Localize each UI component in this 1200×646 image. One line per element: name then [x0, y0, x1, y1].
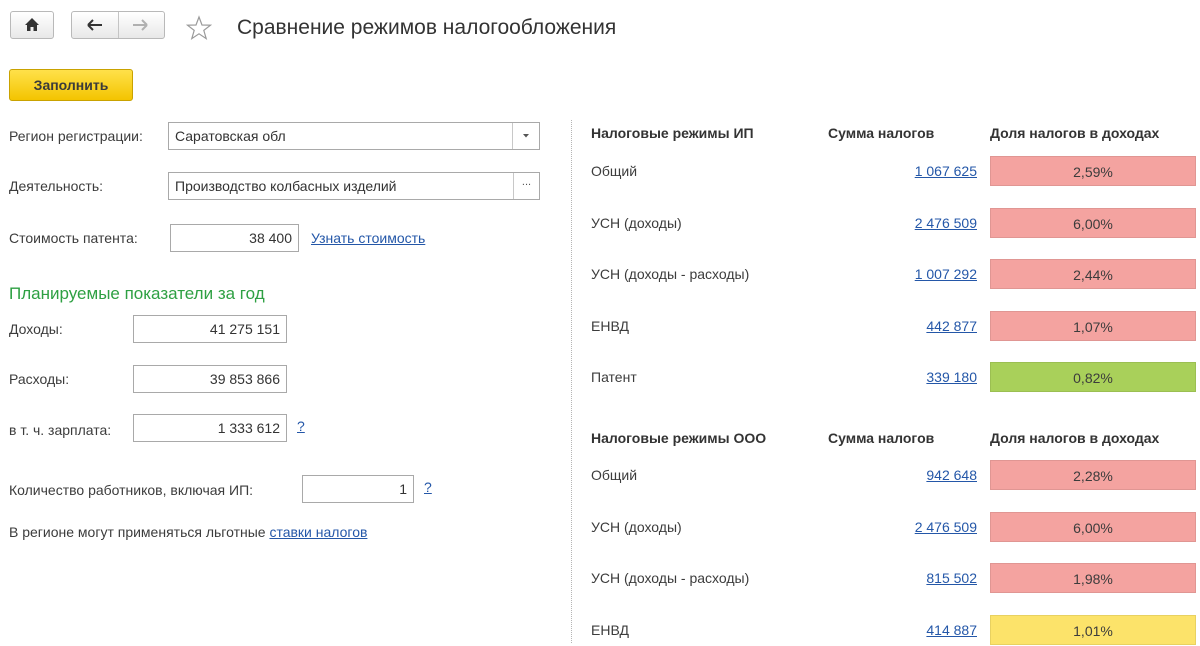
forward-button[interactable]: [119, 12, 165, 38]
tax-share-cell: 1,01%: [990, 614, 1196, 645]
tax-share-cell: 2,59%: [990, 156, 1196, 186]
workers-help-link[interactable]: ?: [424, 479, 432, 495]
region-label: Регион регистрации:: [9, 128, 143, 144]
region-note-text: В регионе могут применяться льготные: [9, 524, 266, 540]
activity-value: Производство колбасных изделий: [175, 178, 397, 194]
regime-name: УСН (доходы): [591, 518, 682, 535]
tax-amount-link[interactable]: 1 007 292: [857, 266, 977, 282]
patent-label: Стоимость патента:: [9, 230, 138, 246]
regime-name: УСН (доходы): [591, 214, 682, 231]
tax-share-cell: 6,00%: [990, 207, 1196, 238]
activity-label: Деятельность:: [9, 178, 104, 194]
tax-amount-link[interactable]: 2 476 509: [857, 215, 977, 231]
history-nav: [71, 11, 165, 39]
activity-choose-button[interactable]: ...: [513, 173, 539, 199]
chevron-down-icon: [523, 134, 529, 138]
home-icon: [25, 18, 39, 31]
ip-header-regime: Налоговые режимы ИП: [591, 125, 754, 141]
patent-cost-link[interactable]: Узнать стоимость: [311, 230, 425, 246]
regime-name: ЕНВД: [591, 317, 629, 334]
expense-label: Расходы:: [9, 371, 70, 387]
tax-amount-link[interactable]: 2 476 509: [857, 519, 977, 535]
fill-button[interactable]: Заполнить: [9, 69, 133, 101]
patent-cost-input[interactable]: 38 400: [170, 224, 299, 252]
tax-amount-link[interactable]: 442 877: [857, 318, 977, 334]
regime-name: Общий: [591, 163, 638, 179]
ip-header-share: Доля налогов в доходах: [990, 125, 1160, 141]
planned-section-title: Планируемые показатели за год: [9, 284, 265, 303]
regime-name: УСН (доходы - расходы): [591, 266, 750, 282]
region-value: Саратовская обл: [175, 128, 286, 144]
tax-share-cell: 6,00%: [990, 511, 1196, 542]
arrow-right-icon: [133, 19, 148, 31]
home-button[interactable]: [10, 11, 54, 39]
page-title: Сравнение режимов налогообложения: [237, 16, 617, 39]
ip-header-amount: Сумма налогов: [828, 125, 935, 141]
star-icon: [185, 15, 213, 41]
income-label: Доходы:: [9, 321, 63, 337]
tax-amount-link[interactable]: 414 887: [857, 622, 977, 638]
region-dropdown-button[interactable]: [512, 123, 539, 149]
tax-share-cell: 2,44%: [990, 259, 1196, 289]
tax-amount-link[interactable]: 1 067 625: [857, 163, 977, 179]
activity-field[interactable]: Производство колбасных изделий ...: [168, 172, 540, 200]
back-button[interactable]: [72, 12, 119, 38]
ooo-header-share: Доля налогов в доходах: [990, 430, 1160, 446]
salary-help-link[interactable]: ?: [297, 418, 305, 434]
tax-share-cell: 1,07%: [990, 310, 1196, 341]
expense-input[interactable]: 39 853 866: [133, 365, 287, 393]
regime-name: Патент: [591, 369, 637, 385]
tax-share-cell: 2,28%: [990, 460, 1196, 490]
tax-amount-link[interactable]: 815 502: [857, 570, 977, 586]
tax-amount-link[interactable]: 339 180: [857, 369, 977, 385]
ooo-header-amount: Сумма налогов: [828, 430, 935, 446]
salary-input[interactable]: 1 333 612: [133, 414, 287, 442]
arrow-left-icon: [87, 19, 102, 31]
tax-share-cell: 0,82%: [990, 362, 1196, 392]
tax-share-cell: 1,98%: [990, 563, 1196, 593]
salary-label: в т. ч. зарплата:: [9, 422, 112, 438]
region-note: В регионе могут применяться льготные ста…: [9, 524, 367, 540]
regime-name: Общий: [591, 467, 638, 483]
workers-label: Количество работников, включая ИП:: [9, 482, 254, 498]
column-separator: [571, 120, 572, 643]
regime-name: ЕНВД: [591, 621, 629, 638]
tax-rates-link[interactable]: ставки налогов: [269, 524, 367, 540]
workers-input[interactable]: 1: [302, 475, 414, 503]
tax-amount-link[interactable]: 942 648: [857, 467, 977, 483]
favorite-star-button[interactable]: [185, 15, 213, 44]
regime-name: УСН (доходы - расходы): [591, 570, 750, 586]
region-select[interactable]: Саратовская обл: [168, 122, 540, 150]
ooo-header-regime: Налоговые режимы ООО: [591, 430, 767, 446]
income-input[interactable]: 41 275 151: [133, 315, 287, 343]
